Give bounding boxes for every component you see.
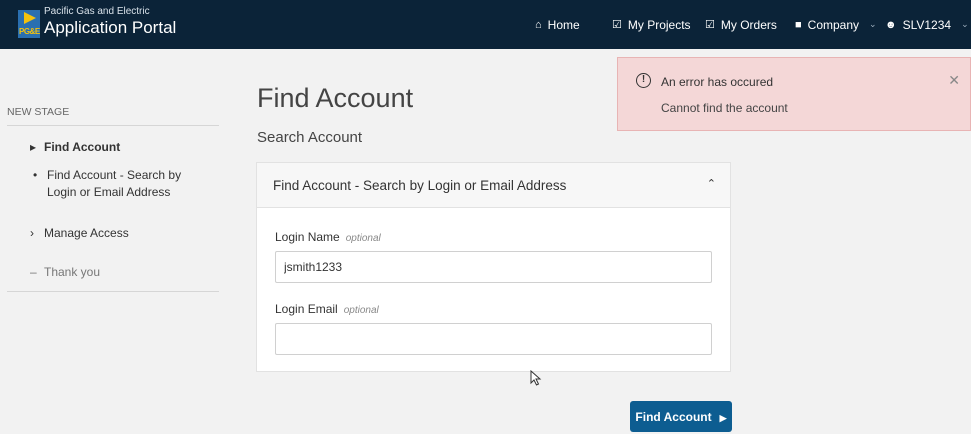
- chevron-right-icon: ›: [30, 226, 34, 240]
- panel-title: Find Account - Search by Login or Email …: [273, 178, 567, 193]
- alert-message: Cannot find the account: [661, 101, 788, 115]
- nav-home-label: Home: [547, 17, 580, 32]
- find-account-button-label: Find Account: [635, 409, 712, 424]
- brand-title[interactable]: Application Portal: [44, 18, 176, 38]
- folder-icon: ■: [795, 18, 802, 31]
- sidebar-subitem-line2: Login or Email Address: [47, 185, 171, 199]
- caret-right-icon: ▶: [719, 412, 727, 423]
- checkbox-icon: ☑: [612, 19, 622, 31]
- panel-header[interactable]: Find Account - Search by Login or Email …: [257, 163, 730, 208]
- home-icon: ⌂: [535, 18, 542, 31]
- chevron-down-icon: ⌄: [869, 19, 877, 29]
- nav-projects-label: My Projects: [627, 17, 691, 32]
- sidebar-item-find-account[interactable]: ▸ Find Account: [30, 140, 120, 154]
- find-account-button[interactable]: Find Account ▶: [630, 401, 732, 432]
- login-email-input[interactable]: [275, 323, 712, 355]
- login-email-label-text: Login Email: [275, 302, 338, 316]
- mouse-pointer-icon: [530, 370, 542, 386]
- chevron-up-icon[interactable]: ⌃: [707, 177, 716, 190]
- nav-user-dropdown[interactable]: ☻ SLV1234 ⌄: [885, 0, 969, 49]
- bullet-icon: •: [33, 168, 38, 182]
- sidebar-subitem-line1: Find Account - Search by: [47, 168, 182, 182]
- login-email-label: Login Email optional: [275, 302, 379, 316]
- nav-my-orders[interactable]: ☑ My Orders: [705, 0, 777, 49]
- brand-subtitle: Pacific Gas and Electric: [44, 6, 150, 17]
- sidebar-subitem-search[interactable]: • Find Account - Search by Login or Emai…: [33, 167, 182, 201]
- sidebar-divider: [7, 125, 219, 126]
- page-title: Find Account: [257, 83, 414, 113]
- top-navbar: PG&E Pacific Gas and Electric Applicatio…: [0, 0, 971, 49]
- pge-logo[interactable]: PG&E: [18, 10, 40, 38]
- optional-hint: optional: [343, 305, 379, 316]
- dash-icon: –: [30, 265, 37, 279]
- caret-right-icon: ▸: [30, 140, 37, 154]
- optional-hint: optional: [345, 233, 381, 244]
- alert-title: An error has occured: [661, 75, 774, 89]
- sidebar-item-manage-access[interactable]: › Manage Access: [30, 226, 129, 240]
- sidebar-item-label: Thank you: [44, 265, 101, 279]
- checkbox-icon: ☑: [705, 19, 715, 31]
- close-icon[interactable]: ✕: [948, 72, 960, 89]
- section-title: Search Account: [257, 129, 363, 146]
- login-name-label: Login Name optional: [275, 230, 381, 244]
- sidebar-divider: [7, 291, 219, 292]
- sidebar-heading: NEW STAGE: [7, 106, 70, 118]
- sidebar-item-label: Manage Access: [44, 226, 129, 240]
- login-name-input[interactable]: [275, 251, 712, 283]
- search-panel: Find Account - Search by Login or Email …: [256, 162, 731, 372]
- nav-my-projects[interactable]: ☑ My Projects: [612, 0, 691, 49]
- exclamation-circle-icon: !: [636, 73, 651, 88]
- login-name-label-text: Login Name: [275, 230, 340, 244]
- nav-company-label: Company: [807, 17, 860, 32]
- logo-text: PG&E: [19, 27, 40, 36]
- nav-orders-label: My Orders: [720, 17, 777, 32]
- sidebar-item-label: Find Account: [44, 140, 121, 154]
- nav-user-label: SLV1234: [902, 17, 952, 32]
- nav-home[interactable]: ⌂ Home: [535, 0, 580, 49]
- sidebar-item-thank-you[interactable]: – Thank you: [30, 265, 100, 279]
- error-alert: ! An error has occured Cannot find the a…: [617, 57, 971, 131]
- nav-company-dropdown[interactable]: ■ Company ⌄: [795, 0, 877, 49]
- user-icon: ☻: [885, 18, 897, 31]
- logo-flag-icon: [24, 12, 36, 24]
- chevron-down-icon: ⌄: [961, 19, 969, 29]
